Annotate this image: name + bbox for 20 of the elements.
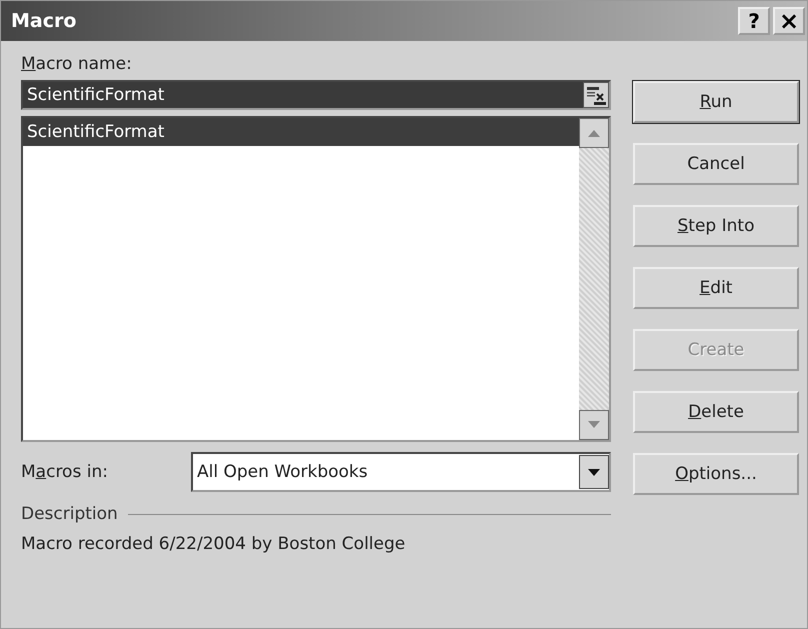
macro-name-label: Macro name: [21,54,133,76]
description-heading: Description [21,504,118,524]
dialog-button[interactable]: Options... [633,453,799,495]
help-button[interactable]: ? [738,7,770,35]
description-text: Macro recorded 6/22/2004 by Boston College [21,534,406,554]
window-title: Macro [11,10,76,32]
macros-in-label: Macros in: [21,462,109,482]
dialog-button[interactable]: Run [633,81,799,123]
collapse-dialog-icon[interactable] [583,82,609,108]
dialog-button[interactable]: Delete [633,391,799,433]
dialog-button[interactable]: Cancel [633,143,799,185]
scroll-down-icon[interactable] [579,410,609,440]
scrollbar[interactable] [579,118,609,440]
macro-name-field[interactable]: ScientificFormat [21,80,611,110]
close-button[interactable]: × [773,7,805,35]
dialog-button[interactable]: Edit [633,267,799,309]
dialog-button[interactable]: Step Into [633,205,799,247]
macros-in-dropdown[interactable]: All Open Workbooks [191,452,611,492]
macro-list-item[interactable]: ScientificFormat [23,118,579,146]
scroll-up-icon[interactable] [579,118,609,148]
